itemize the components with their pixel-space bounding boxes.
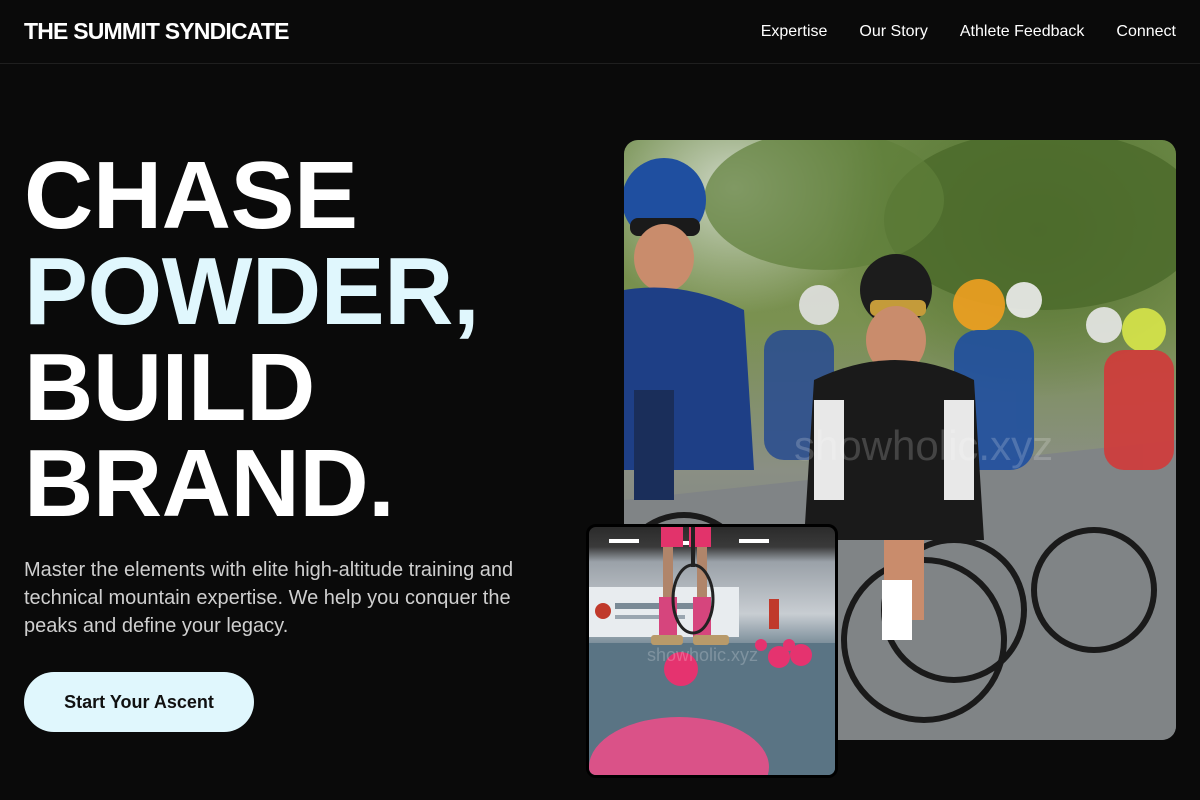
hero-title-line-4: BRAND.: [24, 430, 395, 537]
start-ascent-button[interactable]: Start Your Ascent: [24, 672, 254, 732]
site-header: THE SUMMIT SYNDICATE Expertise Our Story…: [0, 0, 1200, 64]
hero-subtitle: Master the elements with elite high-alti…: [24, 559, 514, 637]
main-nav: Expertise Our Story Athlete Feedback Con…: [761, 23, 1176, 41]
hero-title-line-1: CHASE: [24, 142, 358, 249]
tennis-balls-photo: showholic.xyz: [586, 524, 838, 778]
watermark-text: showholic.xyz: [794, 422, 1053, 469]
hero-title-line-3: BUILD: [24, 334, 315, 441]
watermark-text: showholic.xyz: [647, 645, 758, 665]
hero-title: CHASE POWDER, BUILD BRAND.: [24, 142, 480, 537]
nav-link-expertise[interactable]: Expertise: [761, 23, 828, 41]
nav-link-our-story[interactable]: Our Story: [859, 23, 927, 41]
nav-link-connect[interactable]: Connect: [1116, 23, 1176, 41]
tennis-illustration: showholic.xyz: [589, 527, 835, 775]
nav-link-athlete-feedback[interactable]: Athlete Feedback: [960, 23, 1085, 41]
hero-title-line-2: POWDER,: [24, 238, 480, 345]
brand-logo[interactable]: THE SUMMIT SYNDICATE: [24, 18, 289, 45]
